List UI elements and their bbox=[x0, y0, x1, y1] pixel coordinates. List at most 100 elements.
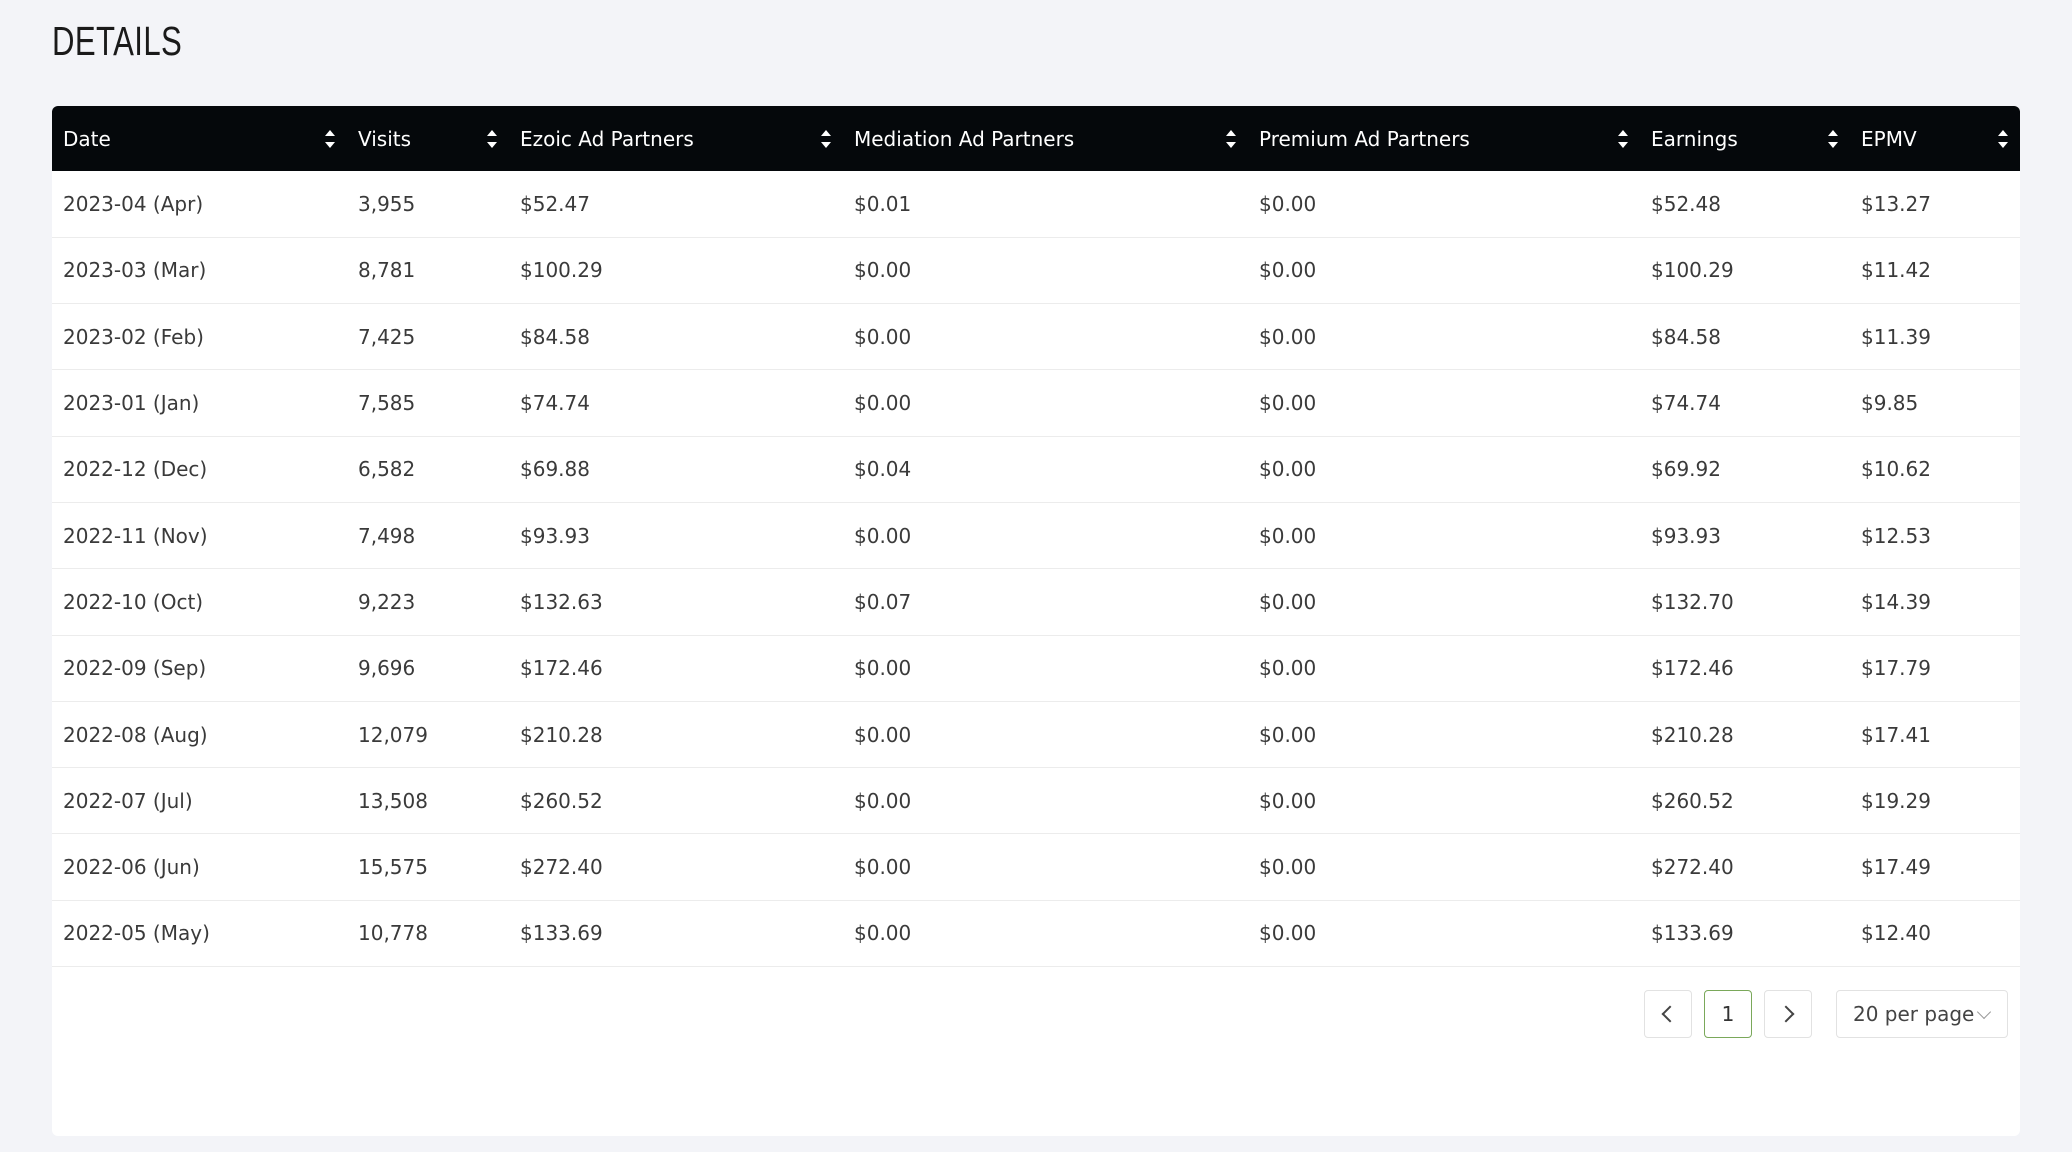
cell-epmv: $17.49 bbox=[1861, 855, 1931, 880]
sort-icon[interactable] bbox=[1226, 129, 1236, 148]
column-header-premium-ad-partners[interactable]: Premium Ad Partners bbox=[1248, 106, 1640, 171]
cell-visits: 3,955 bbox=[358, 191, 416, 216]
cell-mediation: $0.00 bbox=[854, 523, 912, 548]
cell-visits: 8,781 bbox=[358, 258, 416, 283]
cell-earnings: $100.29 bbox=[1651, 258, 1734, 283]
column-header-label: Earnings bbox=[1651, 126, 1738, 151]
cell-ezoic: $93.93 bbox=[520, 523, 590, 548]
chevron-right-icon bbox=[1777, 1005, 1795, 1023]
cell-earnings: $74.74 bbox=[1651, 391, 1721, 416]
cell-epmv: $12.53 bbox=[1861, 523, 1931, 548]
table-row: 2022-09 (Sep) 9,696 $172.46 $0.00 $0.00 … bbox=[52, 635, 2020, 702]
details-panel: Date Visits Ezoic Ad Partners Mediation … bbox=[52, 106, 2020, 1136]
cell-visits: 12,079 bbox=[358, 722, 428, 747]
cell-date: 2022-10 (Oct) bbox=[63, 589, 204, 614]
sort-icon[interactable] bbox=[487, 129, 497, 148]
table-row: 2022-07 (Jul) 13,508 $260.52 $0.00 $0.00… bbox=[52, 768, 2020, 834]
cell-mediation: $0.04 bbox=[854, 457, 912, 482]
sort-icon[interactable] bbox=[1998, 129, 2008, 148]
column-header-earnings[interactable]: Earnings bbox=[1640, 106, 1850, 171]
column-header-ezoic-ad-partners[interactable]: Ezoic Ad Partners bbox=[509, 106, 843, 171]
column-header-date[interactable]: Date bbox=[52, 106, 347, 171]
page-number-label: 1 bbox=[1721, 1002, 1735, 1026]
cell-premium: $0.00 bbox=[1259, 656, 1317, 681]
next-page-button[interactable] bbox=[1764, 990, 1812, 1038]
cell-ezoic: $52.47 bbox=[520, 191, 590, 216]
cell-ezoic: $84.58 bbox=[520, 324, 590, 349]
cell-ezoic: $100.29 bbox=[520, 258, 603, 283]
sort-icon[interactable] bbox=[821, 129, 831, 148]
cell-date: 2022-08 (Aug) bbox=[63, 722, 208, 747]
cell-date: 2023-01 (Jan) bbox=[63, 391, 200, 416]
table-row: 2023-02 (Feb) 7,425 $84.58 $0.00 $0.00 $… bbox=[52, 304, 2020, 370]
cell-earnings: $260.52 bbox=[1651, 788, 1734, 813]
cell-earnings: $132.70 bbox=[1651, 589, 1734, 614]
cell-mediation: $0.00 bbox=[854, 921, 912, 946]
cell-mediation: $0.00 bbox=[854, 258, 912, 283]
cell-visits: 7,425 bbox=[358, 324, 416, 349]
cell-date: 2022-11 (Nov) bbox=[63, 523, 208, 548]
cell-premium: $0.00 bbox=[1259, 855, 1317, 880]
column-header-epmv[interactable]: EPMV bbox=[1850, 106, 2020, 171]
cell-date: 2022-05 (May) bbox=[63, 921, 210, 946]
cell-ezoic: $74.74 bbox=[520, 391, 590, 416]
details-table: Date Visits Ezoic Ad Partners Mediation … bbox=[52, 106, 2020, 967]
cell-visits: 9,223 bbox=[358, 589, 416, 614]
cell-epmv: $11.39 bbox=[1861, 324, 1931, 349]
table-row: 2022-11 (Nov) 7,498 $93.93 $0.00 $0.00 $… bbox=[52, 502, 2020, 569]
cell-epmv: $12.40 bbox=[1861, 921, 1931, 946]
table-row: 2023-03 (Mar) 8,781 $100.29 $0.00 $0.00 … bbox=[52, 237, 2020, 304]
cell-mediation: $0.00 bbox=[854, 722, 912, 747]
cell-mediation: $0.00 bbox=[854, 656, 912, 681]
cell-mediation: $0.00 bbox=[854, 788, 912, 813]
cell-visits: 13,508 bbox=[358, 788, 428, 813]
column-header-label: Mediation Ad Partners bbox=[854, 126, 1075, 151]
cell-ezoic: $133.69 bbox=[520, 921, 603, 946]
sort-icon[interactable] bbox=[325, 129, 335, 148]
table-row: 2022-06 (Jun) 15,575 $272.40 $0.00 $0.00… bbox=[52, 834, 2020, 901]
table-row: 2022-05 (May) 10,778 $133.69 $0.00 $0.00… bbox=[52, 900, 2020, 967]
cell-epmv: $14.39 bbox=[1861, 589, 1931, 614]
table-row: 2023-04 (Apr) 3,955 $52.47 $0.01 $0.00 $… bbox=[52, 171, 2020, 238]
column-header-label: Visits bbox=[358, 126, 412, 151]
cell-earnings: $272.40 bbox=[1651, 855, 1734, 880]
column-header-visits[interactable]: Visits bbox=[347, 106, 509, 171]
cell-ezoic: $272.40 bbox=[520, 855, 603, 880]
cell-visits: 10,778 bbox=[358, 921, 428, 946]
sort-icon[interactable] bbox=[1828, 129, 1838, 148]
cell-epmv: $13.27 bbox=[1861, 191, 1931, 216]
cell-premium: $0.00 bbox=[1259, 258, 1317, 283]
cell-premium: $0.00 bbox=[1259, 788, 1317, 813]
prev-page-button[interactable] bbox=[1644, 990, 1692, 1038]
cell-mediation: $0.01 bbox=[854, 191, 912, 216]
cell-visits: 7,498 bbox=[358, 523, 416, 548]
table-row: 2022-10 (Oct) 9,223 $132.63 $0.07 $0.00 … bbox=[52, 569, 2020, 636]
cell-premium: $0.00 bbox=[1259, 921, 1317, 946]
sort-icon[interactable] bbox=[1618, 129, 1628, 148]
cell-earnings: $133.69 bbox=[1651, 921, 1734, 946]
cell-earnings: $210.28 bbox=[1651, 722, 1734, 747]
cell-premium: $0.00 bbox=[1259, 589, 1317, 614]
per-page-select[interactable]: 20 per page bbox=[1836, 990, 2008, 1038]
cell-visits: 9,696 bbox=[358, 656, 416, 681]
cell-earnings: $84.58 bbox=[1651, 324, 1721, 349]
column-header-mediation-ad-partners[interactable]: Mediation Ad Partners bbox=[843, 106, 1248, 171]
cell-premium: $0.00 bbox=[1259, 523, 1317, 548]
column-header-label: Premium Ad Partners bbox=[1259, 126, 1470, 151]
cell-epmv: $19.29 bbox=[1861, 788, 1931, 813]
cell-premium: $0.00 bbox=[1259, 391, 1317, 416]
cell-earnings: $172.46 bbox=[1651, 656, 1734, 681]
cell-premium: $0.00 bbox=[1259, 191, 1317, 216]
cell-visits: 15,575 bbox=[358, 855, 428, 880]
chevron-left-icon bbox=[1661, 1005, 1679, 1023]
cell-earnings: $52.48 bbox=[1651, 191, 1721, 216]
column-header-label: EPMV bbox=[1861, 126, 1917, 151]
cell-earnings: $93.93 bbox=[1651, 523, 1721, 548]
cell-ezoic: $172.46 bbox=[520, 656, 603, 681]
table-row: 2022-12 (Dec) 6,582 $69.88 $0.04 $0.00 $… bbox=[52, 436, 2020, 503]
cell-date: 2023-03 (Mar) bbox=[63, 258, 207, 283]
page-number-button[interactable]: 1 bbox=[1704, 990, 1752, 1038]
page-title: DETAILS bbox=[52, 18, 183, 64]
cell-premium: $0.00 bbox=[1259, 722, 1317, 747]
cell-date: 2022-07 (Jul) bbox=[63, 788, 193, 813]
